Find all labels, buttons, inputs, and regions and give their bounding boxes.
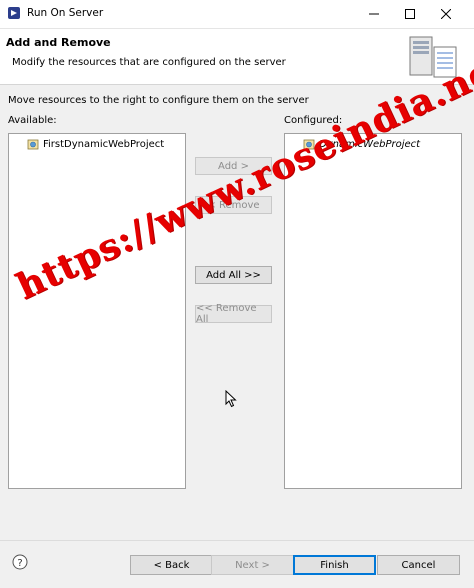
remove-all-button[interactable]: << Remove All [195, 303, 272, 325]
eclipse-app-icon [8, 7, 20, 19]
mouse-cursor-icon [225, 390, 237, 408]
cancel-button[interactable]: Cancel [377, 555, 460, 575]
help-icon[interactable]: ? [12, 554, 28, 570]
maximize-icon [405, 9, 415, 19]
minimize-button[interactable] [356, 0, 392, 28]
available-list[interactable]: FirstDynamicWebProject [8, 133, 186, 489]
back-button[interactable]: < Back [130, 555, 213, 575]
window-title: Run On Server [27, 7, 104, 19]
footer-separator [0, 540, 474, 541]
web-project-icon [27, 139, 39, 150]
close-button[interactable] [428, 0, 464, 28]
minimize-icon [369, 13, 379, 15]
finish-button[interactable]: Finish [293, 555, 376, 575]
title-bar: Run On Server [0, 0, 474, 29]
instructions-text: Move resources to the right to configure… [8, 95, 309, 106]
list-item[interactable]: FirstDynamicWebProject [27, 138, 164, 150]
next-button[interactable]: Next > [211, 555, 294, 575]
page-title: Add and Remove [6, 36, 111, 49]
page-description: Modify the resources that are configured… [12, 57, 286, 68]
close-icon [441, 9, 451, 19]
add-all-button[interactable]: Add All >> [195, 266, 272, 284]
svg-text:?: ? [17, 558, 22, 569]
available-label: Available: [8, 115, 57, 126]
maximize-button[interactable] [392, 0, 428, 28]
configured-list[interactable]: DynamicWebProject [284, 133, 462, 489]
item-label: FirstDynamicWebProject [43, 138, 165, 150]
wizard-header: Add and Remove Modify the resources that… [0, 29, 474, 85]
